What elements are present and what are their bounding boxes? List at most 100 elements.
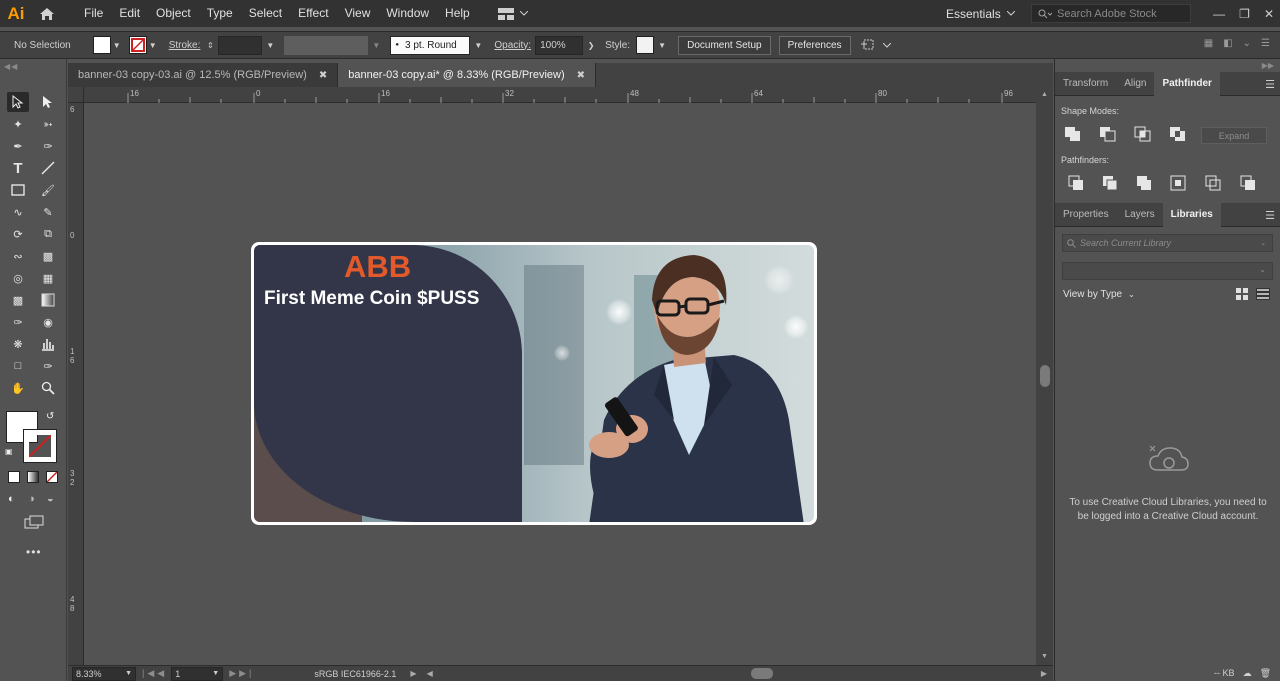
none-mode-icon[interactable] (46, 471, 58, 483)
banner-artwork[interactable]: ABB First Meme Coin $PUSS (254, 245, 814, 522)
menu-file[interactable]: File (76, 0, 111, 27)
stroke-weight-field[interactable] (218, 35, 263, 55)
menu-type[interactable]: Type (199, 0, 241, 27)
tab-libraries[interactable]: Libraries (1162, 202, 1221, 227)
grid-view-icon[interactable] (1236, 288, 1248, 300)
pen-tool-icon[interactable]: ✒ (7, 136, 29, 156)
perspective-grid-tool-icon[interactable]: ▦ (37, 268, 59, 288)
stroke-weight-dropdown-icon[interactable]: ▼ (262, 35, 278, 55)
shaper-tool-icon[interactable]: ∿ (7, 202, 29, 222)
gradient-mode-icon[interactable] (27, 471, 39, 483)
home-icon[interactable] (32, 0, 62, 27)
last-artboard-icon[interactable]: ▶▶| (229, 668, 254, 679)
variable-width-dropdown-icon[interactable]: ▼ (368, 35, 384, 55)
stroke-label[interactable]: Stroke: (169, 40, 201, 51)
horizontal-ruler[interactable]: 16 0 16 32 48 64 80 96 (84, 87, 1036, 103)
align-options-icon[interactable]: ▦ (1204, 38, 1213, 49)
list-view-icon[interactable] (1256, 288, 1270, 300)
ruler-origin[interactable] (68, 87, 84, 103)
intersect-icon[interactable] (1134, 126, 1152, 142)
zoom-level-field[interactable]: 8.33% ▼ (72, 666, 136, 681)
edit-toolbar-icon[interactable]: ••• (26, 545, 42, 559)
scale-tool-icon[interactable]: ⧉ (37, 224, 59, 244)
tab-pathfinder[interactable]: Pathfinder (1154, 71, 1220, 96)
tab-align[interactable]: Align (1116, 72, 1154, 96)
zoom-tool-icon[interactable] (37, 378, 59, 398)
draw-normal-icon[interactable]: ◐ (8, 493, 15, 505)
close-tab-icon[interactable]: ✖ (577, 70, 585, 81)
vertical-scrollbar[interactable]: ▲ ▼ (1036, 87, 1053, 665)
scroll-right-icon[interactable]: ▶ (1041, 669, 1047, 678)
fill-swatch[interactable] (92, 36, 111, 54)
minus-front-icon[interactable] (1099, 126, 1117, 142)
view-by-type-dropdown[interactable]: View by Type ⌄ (1063, 289, 1135, 300)
divide-icon[interactable] (1068, 175, 1086, 191)
hand-tool-icon[interactable]: ✋ (7, 378, 29, 398)
document-setup-button[interactable]: Document Setup (678, 35, 771, 55)
draw-inside-icon[interactable]: ◒ (47, 493, 54, 505)
status-menu-icon[interactable]: ▶ (410, 669, 416, 678)
horizontal-scroll-thumb[interactable] (751, 668, 773, 679)
opacity-arrow-icon[interactable]: ❯ (583, 35, 599, 55)
gradient-tool-icon[interactable] (37, 290, 59, 310)
trim-icon[interactable] (1102, 175, 1120, 191)
panel-menu-icon[interactable]: ☰ (1265, 209, 1275, 222)
arrange-documents-button[interactable] (497, 7, 528, 20)
pencil-tool-icon[interactable]: ✎ (37, 202, 59, 222)
screen-mode-icon[interactable] (24, 515, 44, 532)
expand-button[interactable]: Expand (1201, 127, 1267, 144)
banner-subtitle[interactable]: First Meme Coin $PUSS (264, 288, 479, 310)
crop-icon[interactable] (1170, 175, 1188, 191)
eyedropper-tool-icon[interactable]: ✑ (7, 312, 29, 332)
tab-layers[interactable]: Layers (1117, 203, 1163, 227)
line-tool-icon[interactable] (37, 158, 59, 178)
magic-wand-tool-icon[interactable]: ✦ (7, 114, 29, 134)
width-tool-icon[interactable]: ∾ (7, 246, 29, 266)
shape-builder-tool-icon[interactable]: ◎ (7, 268, 29, 288)
selection-tool-icon[interactable] (7, 92, 29, 112)
brush-dropdown-icon[interactable]: ▼ (470, 35, 486, 55)
document-tab-1[interactable]: banner-03 copy-03.ai @ 12.5% (RGB/Previe… (68, 63, 339, 87)
preferences-button[interactable]: Preferences (778, 35, 851, 55)
vertical-scroll-thumb[interactable] (1040, 365, 1050, 387)
transform-each-button[interactable] (860, 38, 891, 52)
color-profile-status[interactable]: sRGB IEC61966-2.1 (314, 669, 396, 679)
toolbar-collapse-icon[interactable]: ◀◀ (4, 62, 18, 71)
dock-collapse-icon[interactable]: ▶▶ (1262, 61, 1274, 70)
vertical-ruler[interactable]: 6 0 1 6 3 2 4 8 (68, 103, 84, 665)
menu-view[interactable]: View (337, 0, 379, 27)
panel-menu-icon[interactable]: ☰ (1265, 78, 1275, 91)
restore-icon[interactable]: ❐ (1239, 7, 1250, 21)
tab-transform[interactable]: Transform (1055, 72, 1116, 96)
stroke-swatch[interactable] (128, 36, 147, 54)
style-dropdown-icon[interactable]: ▼ (654, 35, 670, 55)
brush-definition-field[interactable]: ● 3 pt. Round (390, 35, 471, 55)
curvature-tool-icon[interactable]: ✑ (37, 136, 59, 156)
close-icon[interactable]: ✕ (1264, 7, 1274, 21)
align-dropdown-icon[interactable]: ⌄ (1243, 38, 1251, 49)
artboard-number-field[interactable]: 1 ▼ (171, 666, 224, 681)
outline-icon[interactable] (1205, 175, 1223, 191)
merge-icon[interactable] (1136, 175, 1154, 191)
stroke-color-box[interactable] (23, 429, 57, 463)
slice-tool-icon[interactable]: ✑ (37, 356, 59, 376)
sync-icon[interactable]: ☁ (1243, 668, 1252, 679)
mesh-tool-icon[interactable]: ▩ (7, 290, 29, 310)
menu-effect[interactable]: Effect (290, 0, 336, 27)
trash-icon[interactable]: 🗑 (1260, 668, 1271, 679)
type-tool-icon[interactable]: T (7, 158, 29, 178)
workspace-switcher[interactable]: Essentials (946, 0, 1015, 27)
library-selector-dropdown[interactable]: ⌄ (1062, 262, 1273, 280)
menu-help[interactable]: Help (437, 0, 478, 27)
document-tab-2[interactable]: banner-03 copy.ai* @ 8.33% (RGB/Preview)… (338, 63, 596, 87)
graphic-style-swatch[interactable] (636, 36, 655, 54)
minimize-icon[interactable]: — (1213, 7, 1225, 21)
exclude-icon[interactable] (1169, 126, 1187, 142)
lasso-tool-icon[interactable]: ➳ (37, 114, 59, 134)
menu-edit[interactable]: Edit (111, 0, 148, 27)
close-tab-icon[interactable]: ✖ (319, 70, 327, 81)
panel-menu-icon[interactable]: ☰ (1261, 38, 1270, 49)
menu-object[interactable]: Object (148, 0, 199, 27)
scroll-left-icon[interactable]: ◀ (427, 669, 433, 678)
artboard[interactable]: ABB First Meme Coin $PUSS (251, 242, 817, 525)
